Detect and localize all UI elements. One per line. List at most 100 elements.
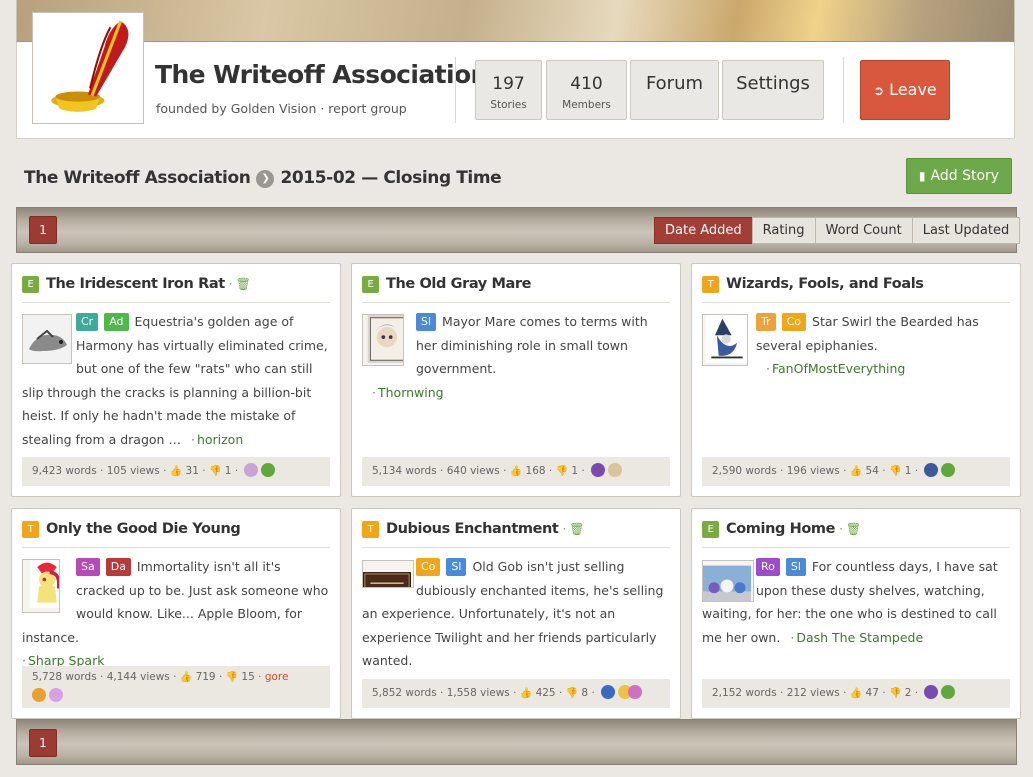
genre-tag-comedy[interactable]: Co	[416, 558, 441, 576]
story-card: T Dubious Enchantment · 🗑 Co Sl Old Gob is…	[351, 508, 681, 719]
breadcrumb-group-link[interactable]: The Writeoff Association	[24, 168, 251, 188]
story-card: E The Iridescent Iron Rat · 🗑 Cr Ad Equest…	[11, 263, 341, 497]
book-icon: ▮	[918, 169, 926, 183]
bottom-toolbar	[16, 719, 1017, 765]
pagination-page-1[interactable]: 1	[29, 216, 57, 244]
story-stats-bar: 5,852 words · 1,558 views · 👍 425 · 👎 8 …	[362, 679, 670, 708]
sort-rating[interactable]: Rating	[751, 217, 816, 244]
reader-avatar[interactable]	[608, 463, 623, 477]
story-author-link[interactable]: Dash The Stampede	[796, 630, 923, 645]
story-description: Tr Co Star Swirl the Bearded has several…	[756, 313, 979, 376]
view-count: 196 views	[786, 465, 840, 477]
group-title: The Writeoff Association	[155, 60, 488, 89]
reader-avatar[interactable]	[924, 685, 939, 699]
members-count-button[interactable]: 410 Members	[546, 60, 627, 120]
reader-avatar[interactable]	[628, 685, 643, 699]
genre-tag-romance[interactable]: Ro	[756, 558, 780, 576]
thumbs-down-icon: 👎	[208, 466, 222, 477]
genre-tag-slice-of-life[interactable]: Sl	[446, 558, 467, 576]
card-divider	[362, 547, 670, 548]
thumbs-up-icon: 👍	[849, 466, 863, 477]
group-subtitle: founded by Golden Vision · report group	[156, 101, 407, 116]
thumbs-up-icon: 👍	[179, 672, 193, 683]
story-title-link[interactable]: Wizards, Fools, and Foals	[726, 276, 924, 292]
story-title-row: T Wizards, Fools, and Foals	[702, 276, 924, 293]
view-count: 212 views	[786, 687, 840, 699]
story-title-row: T Dubious Enchantment · 🗑	[362, 521, 585, 538]
thumbs-up-icon: 👍	[849, 688, 863, 699]
story-title-link[interactable]: The Iridescent Iron Rat	[46, 276, 225, 292]
content-rating-badge: T	[702, 276, 719, 293]
story-stats-bar: 5,134 words · 640 views · 👍 168 · 👎 1 ·	[362, 457, 670, 486]
sort-date-added[interactable]: Date Added	[654, 217, 753, 244]
reader-avatar[interactable]	[941, 463, 956, 477]
reader-avatar[interactable]	[49, 688, 63, 702]
dislike-count: 1	[904, 465, 912, 477]
story-author-link[interactable]: Thornwing	[378, 385, 444, 400]
trash-icon[interactable]: · 🗑	[229, 277, 251, 291]
reader-avatar[interactable]	[591, 463, 606, 477]
content-rating-badge: E	[362, 276, 379, 293]
pagination-page-1-bottom[interactable]: 1	[29, 729, 57, 757]
story-description: Cr Ad Equestria's golden age of Harmony …	[22, 313, 328, 447]
card-divider	[702, 302, 1010, 303]
reader-avatar[interactable]	[601, 685, 616, 699]
view-count: 1,558 views	[446, 687, 510, 699]
story-title-link[interactable]: The Old Gray Mare	[386, 276, 532, 292]
dislike-count: 1	[571, 465, 579, 477]
group-avatar[interactable]	[32, 12, 144, 124]
genre-tag-slice-of-life[interactable]: Sl	[416, 313, 437, 331]
genre-tag-dark[interactable]: Da	[105, 558, 131, 576]
sort-options: Date Added Rating Word Count Last Update…	[654, 217, 1021, 244]
story-title-link[interactable]: Dubious Enchantment	[386, 521, 559, 537]
add-story-label: Add Story	[930, 168, 1000, 184]
card-divider	[362, 302, 670, 303]
story-author-link[interactable]: horizon	[197, 432, 243, 447]
thumbs-up-icon: 👍	[519, 688, 533, 699]
stories-count: 197	[492, 74, 525, 94]
trash-icon[interactable]: · 🗑	[562, 522, 584, 536]
genre-tag-adventure[interactable]: Ad	[104, 313, 129, 331]
thumbs-up-icon: 👍	[169, 466, 183, 477]
members-label: Members	[562, 99, 611, 111]
members-count: 410	[570, 74, 603, 94]
stories-count-button[interactable]: 197 Stories	[475, 60, 542, 120]
card-divider	[702, 547, 1010, 548]
genre-tag-tragedy[interactable]: Tr	[756, 313, 776, 331]
breadcrumb: The Writeoff Association ❯ 2015-02 — Closi…	[24, 168, 502, 188]
thumbs-up-icon: 👍	[509, 466, 523, 477]
forum-button[interactable]: Forum	[630, 60, 719, 120]
settings-button[interactable]: Settings	[722, 60, 824, 120]
reader-avatar[interactable]	[32, 688, 46, 702]
quill-inkwell-icon	[37, 17, 139, 119]
reader-avatar[interactable]	[244, 463, 259, 477]
reader-avatar[interactable]	[261, 463, 276, 477]
story-card: T Wizards, Fools, and Foals Tr Co Star Sw…	[691, 263, 1021, 497]
sort-word-count[interactable]: Word Count	[814, 217, 913, 244]
reader-avatar[interactable]	[941, 685, 956, 699]
chevron-right-icon: ❯	[256, 170, 275, 188]
genre-tag-slice-of-life[interactable]: Sl	[785, 558, 806, 576]
header-divider	[455, 57, 456, 123]
dislike-count: 15	[241, 671, 255, 683]
story-title-link[interactable]: Coming Home	[726, 521, 835, 537]
add-story-button[interactable]: ▮ Add Story	[906, 158, 1012, 194]
content-warning-gore[interactable]: gore	[265, 671, 289, 683]
leave-button[interactable]: ➲ Leave	[860, 60, 950, 120]
breadcrumb-folder: 2015-02 — Closing Time	[280, 168, 502, 188]
genre-tag-crime[interactable]: Cr	[76, 313, 99, 331]
story-title-link[interactable]: Only the Good Die Young	[46, 521, 241, 537]
genre-tag-sad[interactable]: Sa	[76, 558, 100, 576]
story-author-link[interactable]: FanOfMostEverything	[772, 361, 905, 376]
dislike-count: 2	[904, 687, 912, 699]
sort-last-updated[interactable]: Last Updated	[911, 217, 1021, 244]
content-rating-badge: T	[362, 521, 379, 538]
story-stats-bar: 2,590 words · 196 views · 👍 54 · 👎 1 ·	[702, 457, 1010, 486]
view-count: 4,144 views	[106, 671, 170, 683]
genre-tag-comedy[interactable]: Co	[781, 313, 807, 331]
card-divider	[22, 547, 330, 548]
word-count: 2,152 words	[712, 687, 777, 699]
content-rating-badge: E	[22, 276, 39, 293]
reader-avatar[interactable]	[924, 463, 939, 477]
trash-icon[interactable]: · 🗑	[839, 522, 861, 536]
